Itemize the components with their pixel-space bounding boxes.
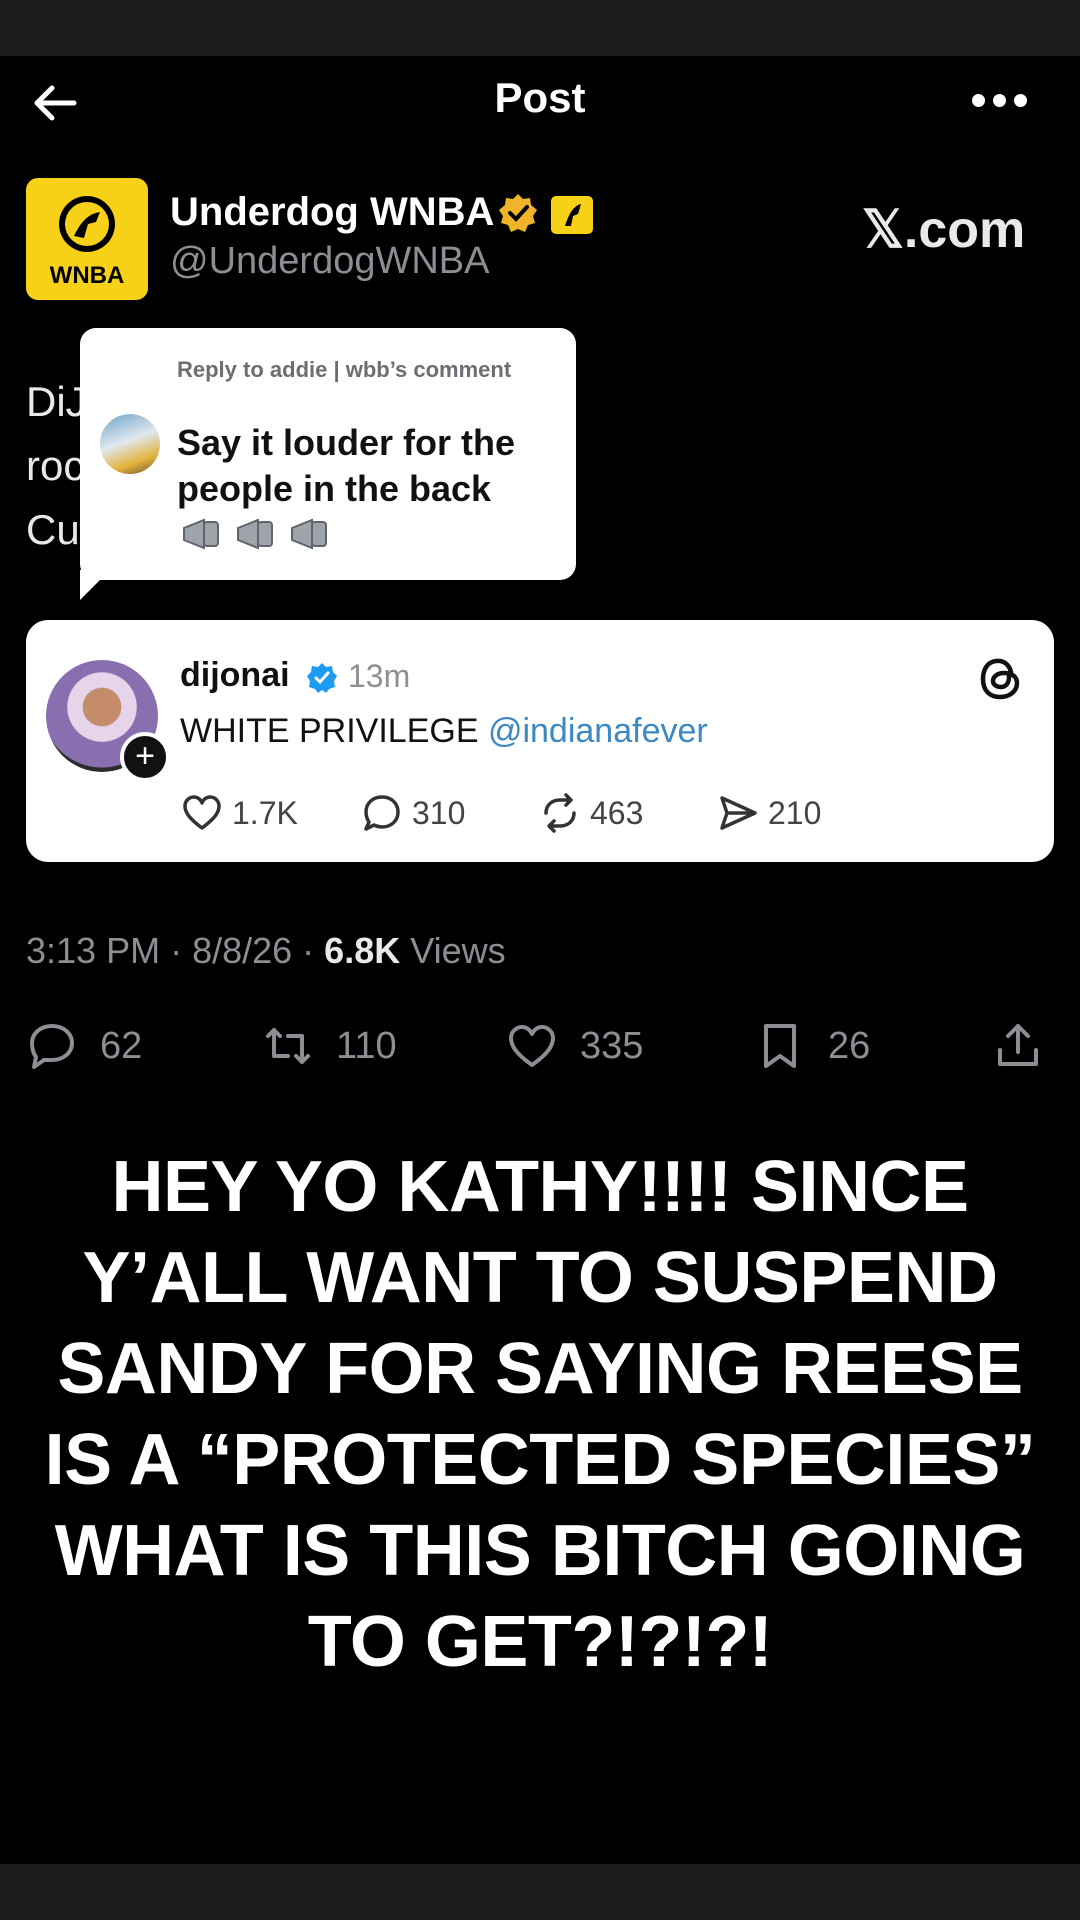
- threads-comment-button[interactable]: 310: [360, 788, 465, 838]
- repost-count: 110: [336, 1024, 397, 1067]
- threads-share-count: 210: [768, 794, 822, 831]
- threads-comment-count: 310: [412, 794, 466, 831]
- like-count: 335: [580, 1024, 644, 1067]
- author-handle: @UnderdogWNBA: [170, 240, 490, 282]
- verified-badge-icon: [499, 194, 537, 232]
- bookmark-count: 26: [828, 1024, 871, 1067]
- threads-body: WHITE PRIVILEGE @indianafever: [180, 712, 708, 751]
- views-count: 6.8K: [324, 930, 401, 971]
- page-title: Post: [494, 74, 586, 121]
- share-icon: [998, 1024, 1038, 1066]
- threads-logo-icon: [980, 658, 1020, 700]
- author-name[interactable]: Underdog WNBA: [170, 190, 494, 235]
- reply-overlay-tail: [80, 570, 110, 600]
- send-icon: [720, 796, 757, 830]
- threads-body-text: WHITE PRIVILEGE: [180, 712, 488, 750]
- post-meta: 3:13 PM · 8/8/26 · 6.8K Views: [26, 930, 506, 971]
- author-avatar[interactable]: WNBA: [26, 178, 148, 300]
- reply-button[interactable]: 62: [26, 1018, 142, 1074]
- reply-label: Reply to addie | wbb’s comment: [177, 357, 512, 382]
- share-button[interactable]: [992, 1018, 1044, 1074]
- follow-plus-icon[interactable]: +: [120, 732, 170, 782]
- threads-share-button[interactable]: 210: [716, 788, 821, 838]
- bottom-bar: [0, 1864, 1080, 1920]
- post-actions: 62 110 335 26: [26, 1018, 1054, 1074]
- threads-repost-button[interactable]: 463: [538, 788, 643, 838]
- threads-actions: 1.7K 310 463 210: [180, 788, 980, 838]
- reply-count: 62: [100, 1024, 143, 1067]
- bookmark-icon: [764, 1024, 796, 1068]
- megaphone-icon: [183, 518, 327, 550]
- comment-icon: [364, 795, 400, 831]
- top-nav: Post: [0, 56, 1080, 146]
- repost-button[interactable]: 110: [262, 1018, 397, 1074]
- heart-icon: [183, 795, 221, 830]
- heart-icon: [509, 1025, 555, 1067]
- verified-check-icon: [307, 663, 337, 693]
- post-date: 8/8/26: [192, 930, 293, 971]
- repost-icon: [544, 793, 576, 833]
- like-button[interactable]: 335: [506, 1018, 643, 1074]
- status-bar: [0, 0, 1080, 56]
- threads-mention-link[interactable]: @indianafever: [488, 712, 708, 750]
- overlay-caption: HEY YO KATHY!!!! SINCE Y’ALL WANT TO SUS…: [44, 1147, 1036, 1682]
- repost-icon: [266, 1028, 310, 1064]
- reply-overlay: Reply to addie | wbb’s comment Say it lo…: [80, 328, 576, 580]
- affiliate-badge-icon: [551, 196, 593, 234]
- comment-icon: [30, 1024, 74, 1069]
- reply-text: Say it louder for the people in the back: [177, 422, 516, 509]
- embedded-threads-post[interactable]: + dijonai 13m WHITE PRIVILEGE @indianafe…: [26, 620, 1054, 862]
- views-label: Views: [410, 930, 506, 971]
- more-options-icon[interactable]: [972, 94, 1028, 110]
- threads-timestamp: 13m: [348, 658, 411, 694]
- threads-repost-count: 463: [590, 794, 644, 831]
- reply-avatar: [100, 414, 160, 474]
- threads-like-count: 1.7K: [232, 794, 298, 831]
- threads-username[interactable]: dijonai: [180, 656, 290, 695]
- wnba-logo-text: WNBA: [49, 262, 125, 289]
- bookmark-button[interactable]: 26: [754, 1018, 870, 1074]
- threads-like-button[interactable]: 1.7K: [180, 788, 298, 838]
- x-watermark: 𝕏.com: [862, 201, 1026, 259]
- post-time: 3:13 PM: [26, 930, 161, 971]
